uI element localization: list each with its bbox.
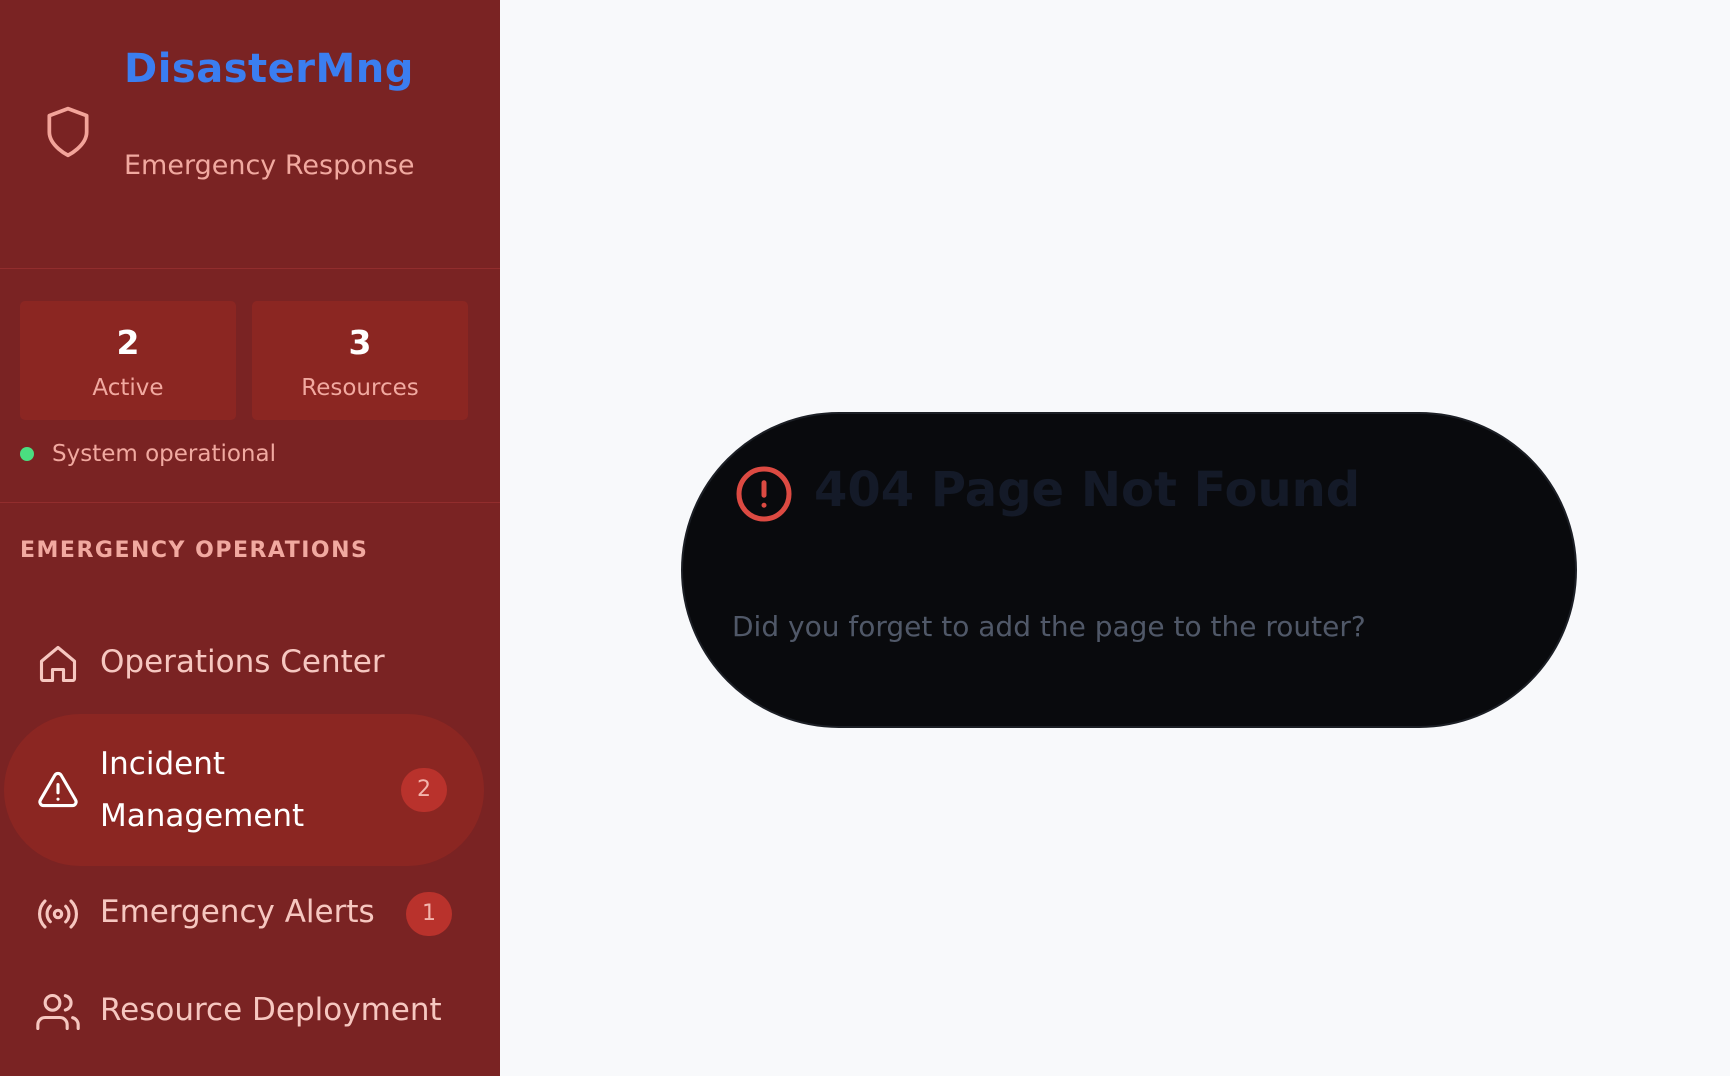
sidebar-divider [0,502,500,503]
home-icon [39,645,77,683]
stat-label: Resources [301,375,419,401]
stat-card-resources: 3 Resources [252,301,468,420]
stat-value: 3 [348,323,372,362]
stat-card-active: 2 Active [20,301,236,420]
status-dot [20,447,34,461]
stat-value: 2 [116,323,140,362]
nav-item-label: Resource Deployment [100,992,442,1028]
brand-header: DisasterMng Emergency Response [0,0,500,269]
nav-item-label: Emergency Alerts [100,894,375,930]
app-title: DisasterMng [124,46,414,92]
nav-item-label: Incident Management [100,746,305,834]
users-icon [36,993,80,1031]
sidebar: DisasterMng Emergency Response 2 Active … [0,0,500,1076]
not-found-title: 404 Page Not Found [814,462,1361,518]
stat-label: Active [92,375,164,401]
nav-item-incident-management[interactable]: Incident Management 2 [4,714,484,866]
nav-badge: 1 [406,892,452,936]
nav-item-resource-deployment[interactable]: Resource Deployment [4,972,484,1052]
status-text: System operational [52,441,276,467]
nav-section-title: EMERGENCY OPERATIONS [20,538,369,563]
alert-triangle-icon [38,771,78,808]
shield-icon [47,106,89,158]
nav-badge: 2 [401,768,447,812]
nav-item-label: Operations Center [100,644,385,680]
radio-broadcast-icon [38,899,78,929]
app-subtitle: Emergency Response [124,150,415,181]
nav-item-operations-center[interactable]: Operations Center [4,624,484,704]
alert-circle-icon [736,466,792,522]
main-content: 404 Page Not Found Did you forget to add… [500,0,1730,1076]
system-status: System operational [20,439,276,469]
not-found-card: 404 Page Not Found Did you forget to add… [681,412,1577,728]
not-found-message: Did you forget to add the page to the ro… [732,610,1366,643]
nav-item-emergency-alerts[interactable]: Emergency Alerts 1 [4,874,484,954]
